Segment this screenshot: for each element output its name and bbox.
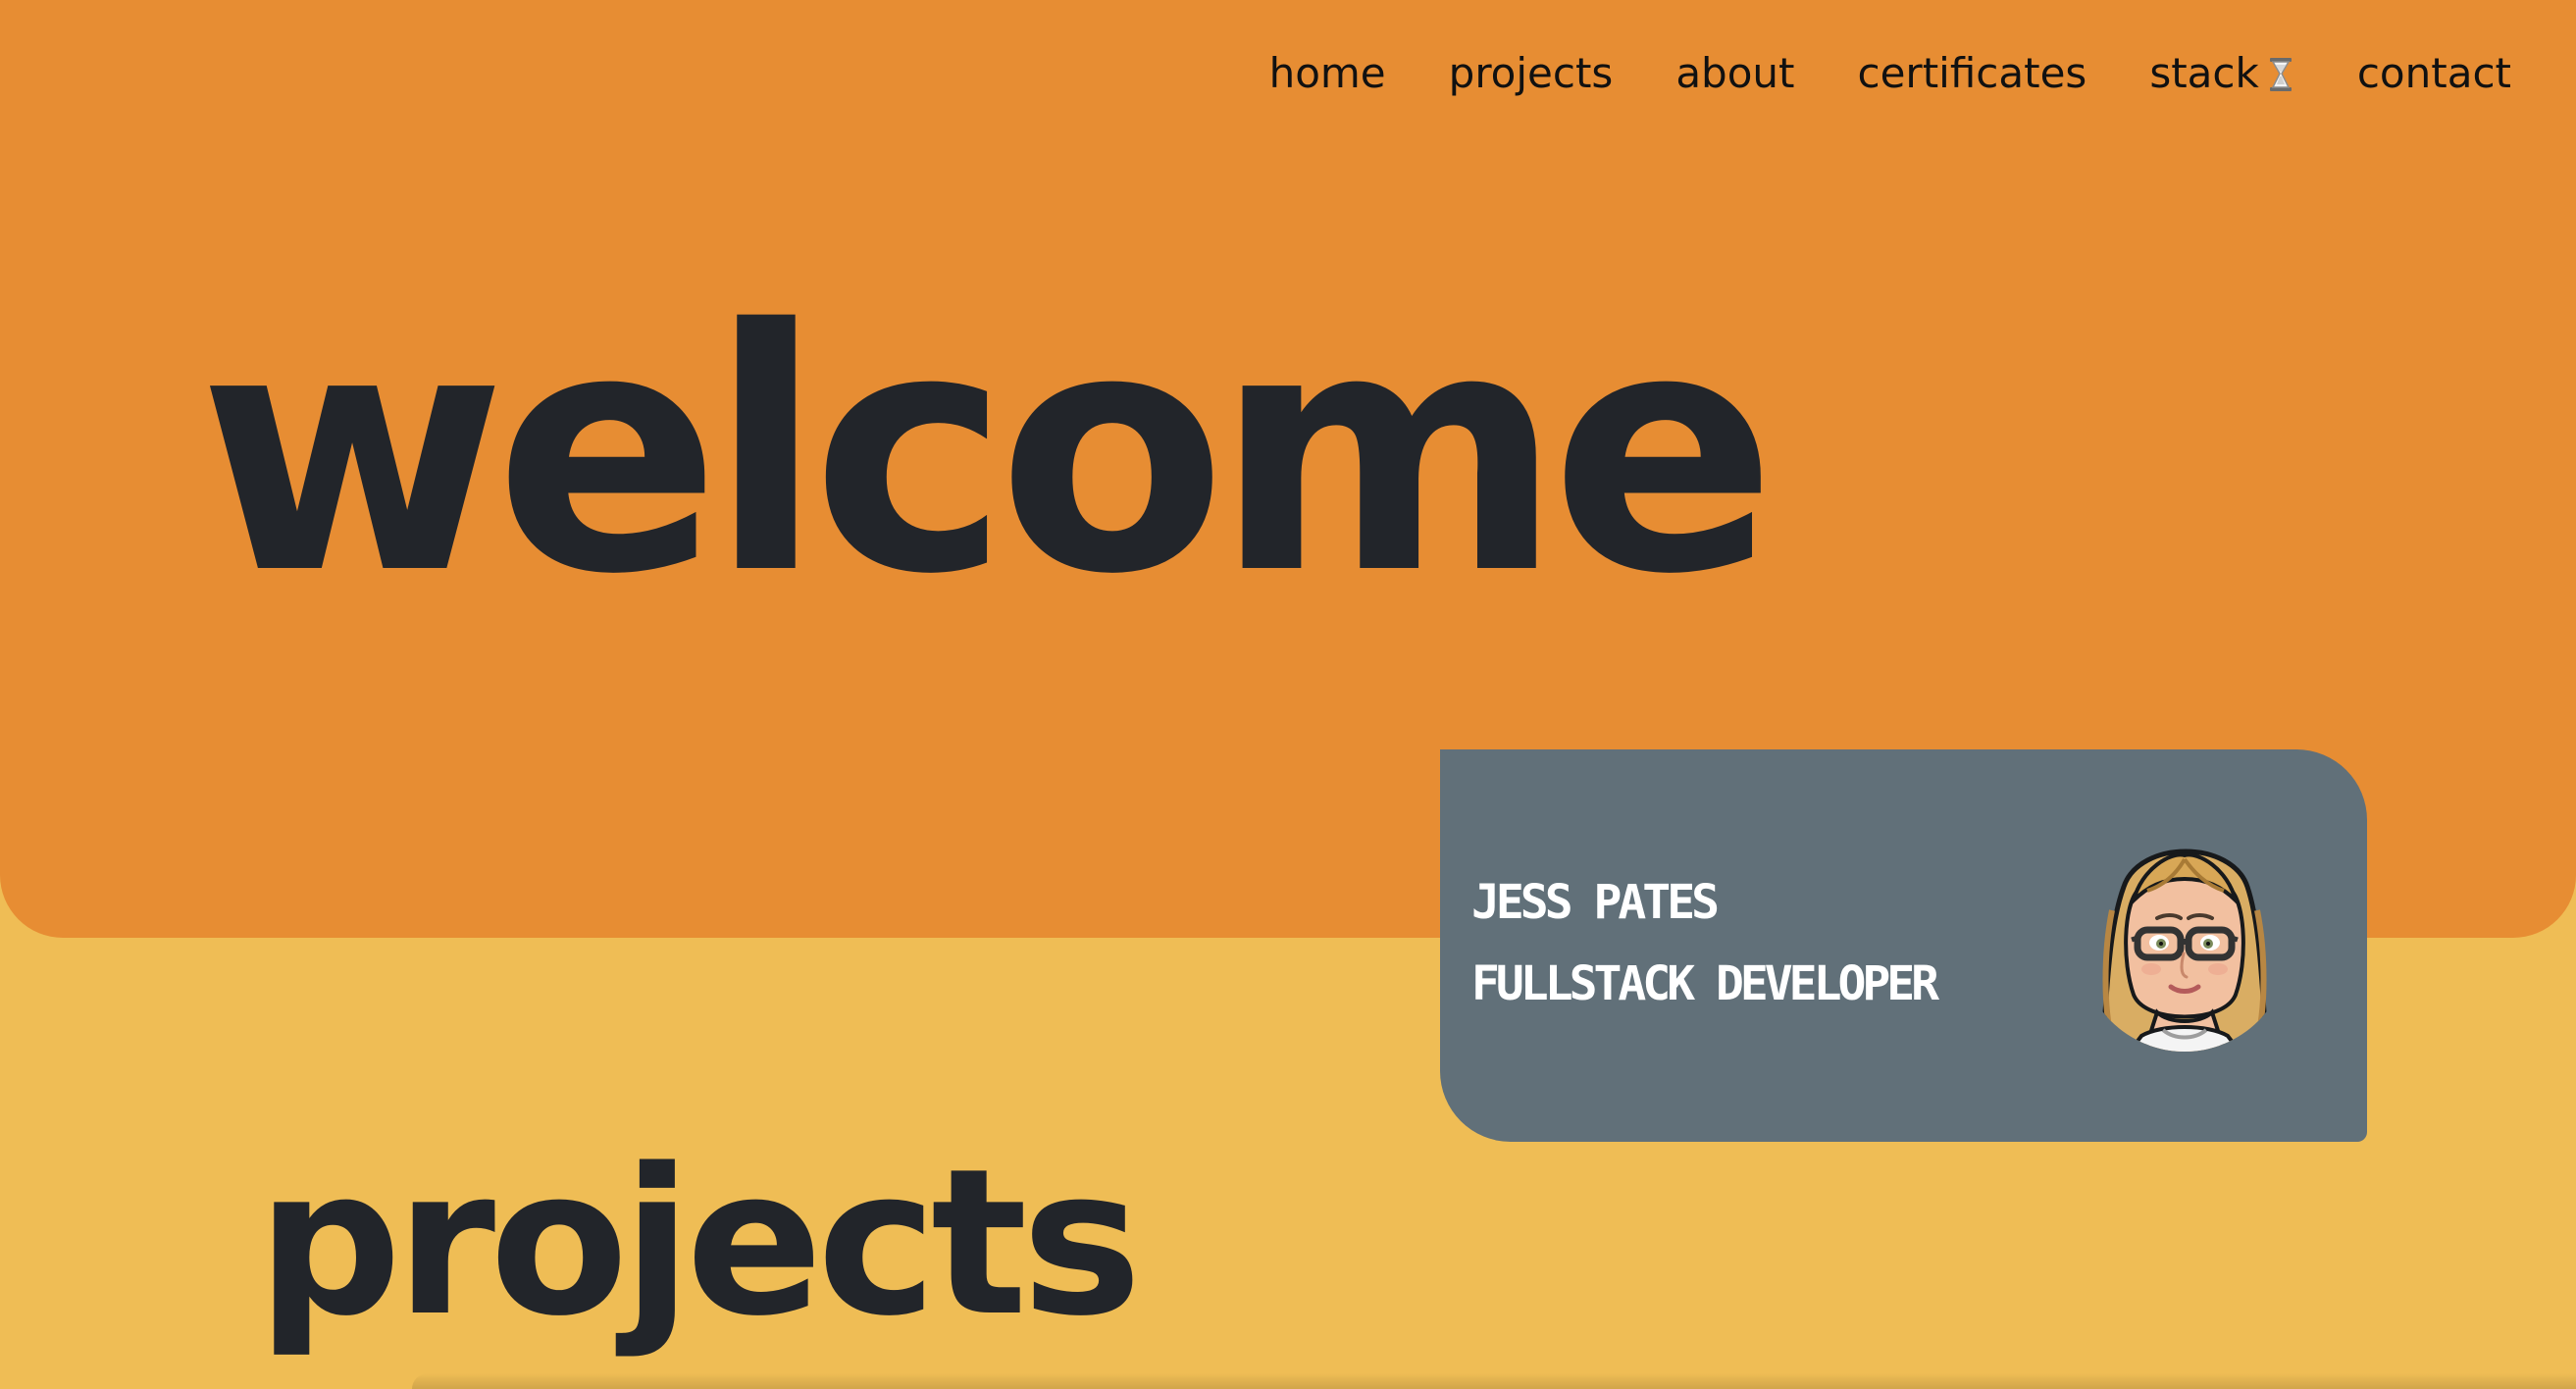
nav-home-link[interactable]: home xyxy=(1269,43,1386,104)
hourglass-icon xyxy=(2267,49,2294,91)
main-navigation: home projects about certificates stack c… xyxy=(1269,43,2511,104)
nav-certificates-link[interactable]: certificates xyxy=(1858,43,2087,104)
avatar-icon xyxy=(2085,832,2285,1067)
hero-title: welcome xyxy=(198,259,1777,647)
nav-stack-label: stack xyxy=(2149,49,2259,97)
bottom-shadow xyxy=(412,1373,2576,1389)
nav-stack-link[interactable]: stack xyxy=(2149,43,2294,104)
projects-heading: projects xyxy=(257,1125,1142,1361)
nav-contact-link[interactable]: contact xyxy=(2357,43,2511,104)
nav-about-link[interactable]: about xyxy=(1675,43,1794,104)
profile-role: FULLSTACK DEVELOPER xyxy=(1471,956,1939,1011)
profile-card: JESS PATES FULLSTACK DEVELOPER xyxy=(1440,749,2367,1142)
profile-name: JESS PATES xyxy=(1471,875,1720,930)
nav-projects-link[interactable]: projects xyxy=(1449,43,1614,104)
